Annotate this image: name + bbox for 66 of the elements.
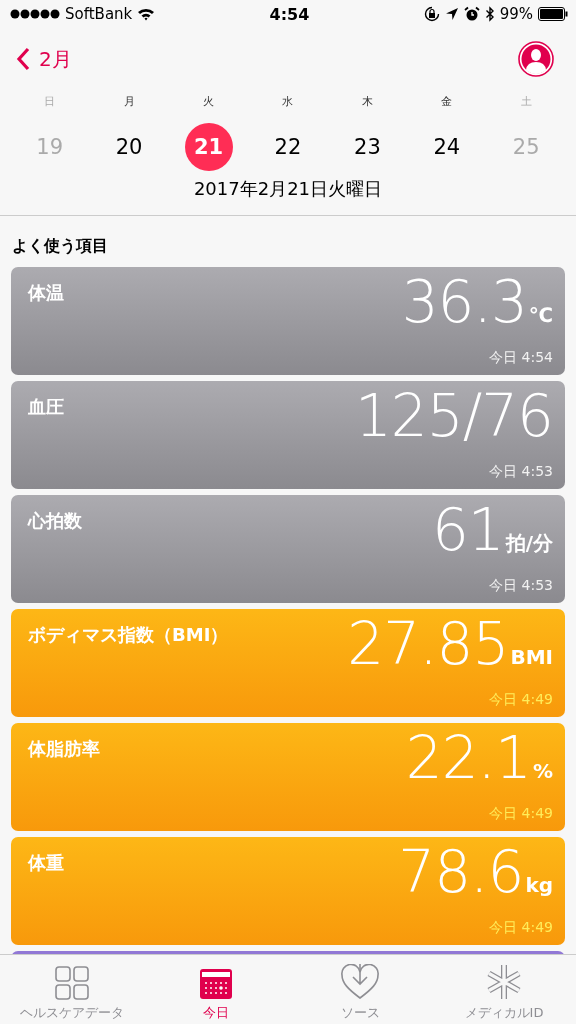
weekday-label: 土 [520, 94, 532, 109]
profile-avatar-icon[interactable] [518, 41, 554, 77]
day-number[interactable]: 20 [105, 123, 154, 171]
timestamp: 今日 4:54 [489, 349, 553, 367]
card-title: 心拍数 [28, 509, 82, 533]
back-button[interactable]: 2月 [16, 45, 72, 73]
section-title: よく使う項目 [11, 235, 109, 257]
health-card[interactable]: 体温 36.3℃ 今日 4:54 [11, 267, 565, 375]
card-value: 125/76 [354, 387, 553, 445]
weekday-label: 火 [203, 94, 215, 109]
day-number[interactable]: 21 [184, 123, 233, 171]
card-value: 36.3 [401, 273, 527, 331]
card-title: 血圧 [28, 395, 64, 419]
timestamp: 今日 4:53 [489, 577, 553, 595]
timestamp: 今日 4:49 [489, 691, 553, 709]
unit-label: kg [525, 873, 553, 897]
weekday-label: 日 [44, 94, 56, 109]
weekday-label: 水 [282, 94, 294, 109]
day-number[interactable]: 24 [422, 123, 471, 171]
card-title: 体脂肪率 [28, 737, 100, 761]
health-card[interactable]: 心拍数 61 拍/分 今日 4:53 [11, 495, 565, 603]
battery-icon [538, 7, 568, 21]
full-date: 2017年2月21日火曜日 [0, 171, 576, 216]
card-value: 27.85 [347, 615, 509, 673]
unit-label: 拍/分 [505, 530, 553, 557]
signal-icon [10, 9, 60, 19]
tab-item[interactable]: ヘルスケアデータ [0, 955, 144, 1024]
alarm-icon [463, 6, 480, 22]
day-number[interactable]: 22 [263, 123, 312, 171]
weekday-label: 木 [361, 94, 373, 109]
location-arrow-icon [444, 7, 459, 21]
tab-item[interactable]: ソース [288, 955, 432, 1024]
timestamp: 今日 4:49 [489, 919, 553, 937]
health-card[interactable]: 体重 78.6 kg 今日 4:49 [11, 837, 565, 945]
unit-label: BMI [510, 645, 553, 669]
bluetooth-icon [484, 6, 495, 22]
status-time: 4:54 [269, 4, 310, 24]
wifi-icon [137, 7, 156, 21]
rotation-lock-icon [423, 6, 440, 22]
weekday-label: 月 [123, 94, 135, 109]
timestamp: 今日 4:49 [489, 805, 553, 823]
day-number[interactable]: 23 [343, 123, 392, 171]
day-number[interactable]: 19 [25, 123, 74, 171]
health-card[interactable]: 血圧 125/76 今日 4:53 [11, 381, 565, 489]
card-value: 22.1 [405, 729, 531, 787]
calendar-icon [199, 968, 233, 1000]
carrier-name: SoftBank [65, 5, 133, 23]
day-number[interactable]: 25 [502, 123, 551, 171]
weekday-label: 金 [441, 94, 453, 109]
tab-item[interactable]: メディカルID [432, 955, 576, 1024]
card-title: 体温 [28, 281, 64, 305]
unit-label: ℃ [528, 303, 553, 327]
timestamp: 今日 4:53 [489, 463, 553, 481]
tab-item[interactable]: 今日 [144, 955, 288, 1024]
grid-icon [55, 966, 89, 1000]
asterisk-icon [486, 964, 522, 1000]
card-value: 78.6 [398, 843, 524, 901]
battery-percent: 99% [499, 5, 533, 23]
health-card[interactable]: ボディマス指数（BMI） 27.85 BMI 今日 4:49 [11, 609, 565, 717]
card-title: ボディマス指数（BMI） [28, 623, 229, 647]
unit-label: % [532, 759, 553, 783]
heart-download-icon [340, 964, 380, 1000]
card-title: 体重 [28, 851, 64, 875]
chevron-left-icon [16, 47, 30, 71]
health-card[interactable]: 体脂肪率 22.1% 今日 4:49 [11, 723, 565, 831]
card-value: 61 [431, 501, 504, 559]
